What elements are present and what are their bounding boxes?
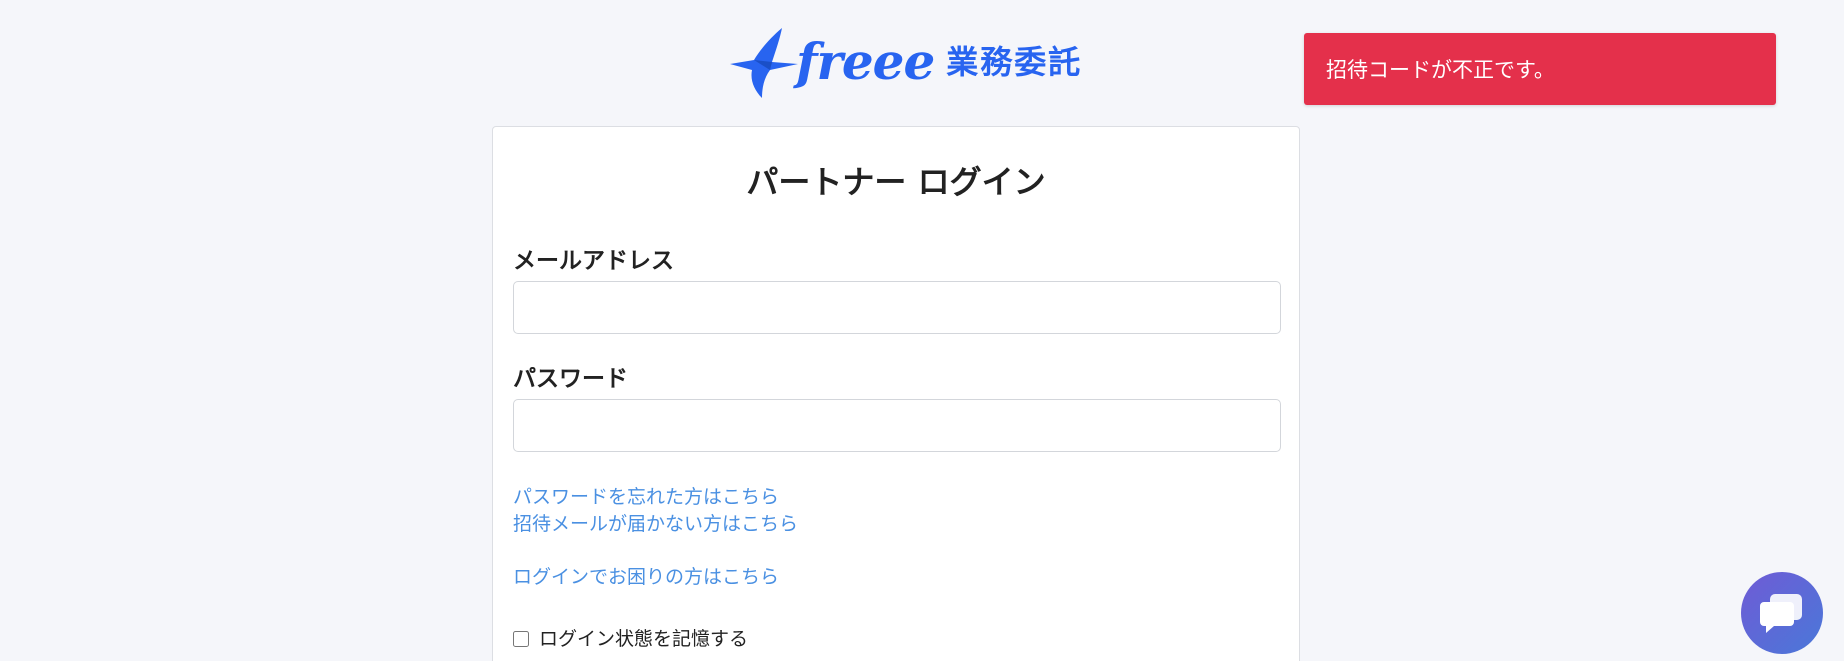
email-label: メールアドレス (513, 248, 674, 274)
chat-button[interactable] (1741, 572, 1823, 654)
password-field[interactable] (513, 399, 1281, 452)
password-label: パスワード (513, 366, 628, 392)
swallow-logo-icon (730, 28, 798, 98)
logo-product-name: 業務委託 (946, 43, 1083, 81)
chat-bubble-icon (1760, 594, 1802, 633)
forgot-password-link[interactable]: パスワードを忘れた方はこちら (513, 482, 779, 509)
remember-me-label: ログイン状態を記憶する (539, 628, 749, 650)
remember-me[interactable]: ログイン状態を記憶する (513, 624, 748, 651)
freee-logo: freee 業務委託 (726, 24, 1082, 100)
email-field[interactable] (513, 281, 1281, 334)
logo-wordmark: freee (796, 32, 935, 91)
remember-me-checkbox[interactable] (513, 630, 529, 647)
login-help-link[interactable]: ログインでお困りの方はこちら (513, 562, 779, 589)
page-title: パートナー ログイン (746, 163, 1046, 201)
invite-not-received-link[interactable]: 招待メールが届かない方はこちら (513, 509, 798, 536)
login-page: freee 業務委託 招待コードが不正です。 パートナー ログイン メールアドレ… (0, 0, 1844, 661)
error-toast-message: 招待コードが不正です。 (1326, 58, 1555, 82)
error-toast: 招待コードが不正です。 (1304, 33, 1776, 105)
login-card: パートナー ログイン メールアドレス パスワード パスワードを忘れた方はこちら … (492, 126, 1300, 661)
